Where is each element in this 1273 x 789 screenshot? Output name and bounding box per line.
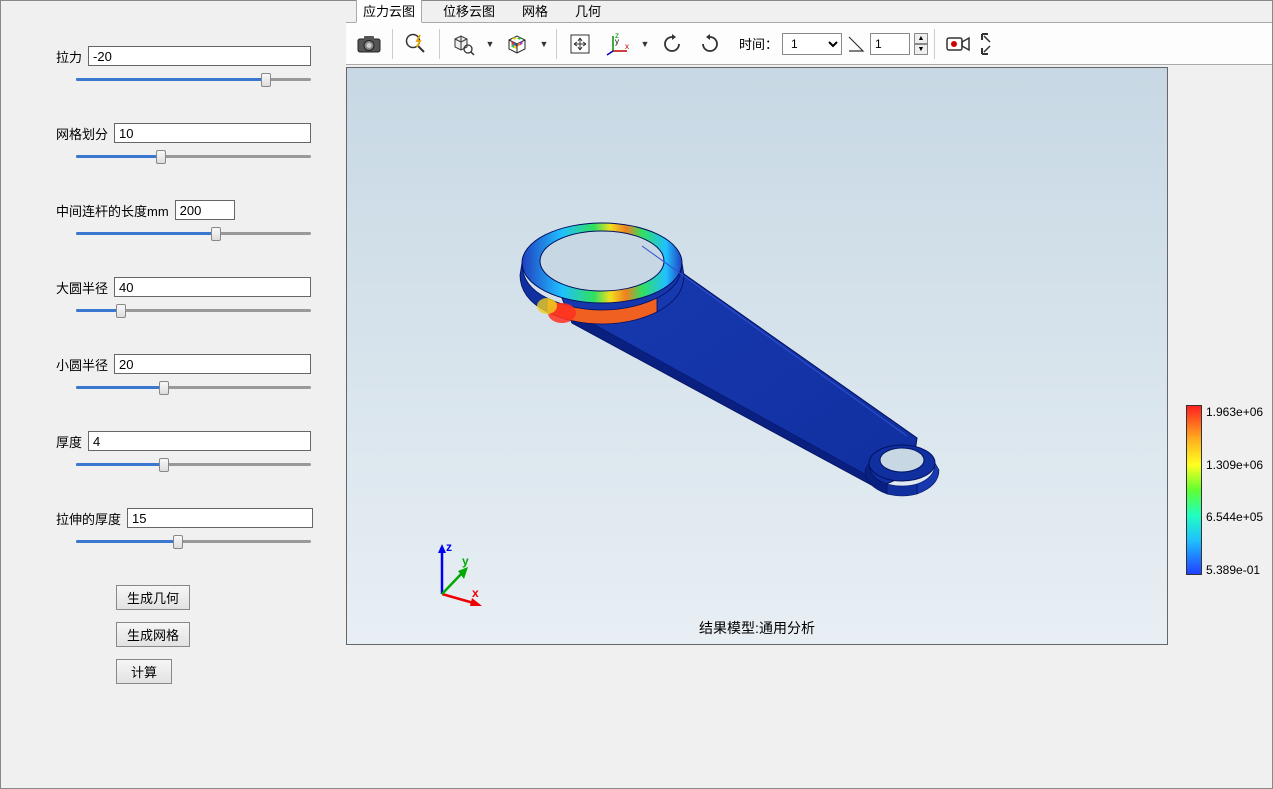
generate-geometry-button[interactable]: 生成几何 (116, 585, 190, 610)
parameter-panel: 拉力 网格划分 中间连杆的长度mm (1, 1, 346, 788)
param-small-radius: 小圆半径 (56, 354, 311, 396)
param-input-extrude-thickness[interactable] (127, 508, 313, 528)
param-slider-small-radius[interactable] (56, 380, 311, 396)
dropdown-arrow-icon[interactable]: ▼ (484, 39, 496, 49)
generate-mesh-button[interactable]: 生成网格 (116, 622, 190, 647)
tab-bar: 应力云图 位移云图 网格 几何 (346, 1, 1272, 23)
svg-text:x: x (472, 586, 479, 600)
param-input-mesh[interactable] (114, 123, 311, 143)
param-label: 大圆半径 (56, 278, 108, 297)
time-label: 时间： (739, 34, 778, 53)
fit-view-icon[interactable] (563, 27, 597, 61)
legend-ticks: 1.963e+06 1.309e+06 6.544e+05 5.389e-01 (1206, 405, 1263, 577)
param-slider-rod-length[interactable] (56, 226, 311, 242)
time-step-spinner[interactable]: ▲▼ (914, 33, 928, 55)
rotate-ccw-icon[interactable] (693, 27, 727, 61)
tab-mesh[interactable]: 网格 (516, 0, 554, 22)
dropdown-arrow-icon[interactable]: ▼ (639, 39, 651, 49)
legend-unit: （Pa） (1186, 380, 1273, 399)
color-legend: Mises （Pa） 1.963e+06 1.309e+06 6.544e+05… (1186, 365, 1273, 577)
viewport-container: z x y 结果模型:通用分析 Mises （Pa） 1.963e+06 (346, 65, 1272, 788)
legend-color-bar (1186, 405, 1202, 575)
dropdown-arrow-icon[interactable]: ▼ (538, 39, 550, 49)
legend-title: Mises (1186, 365, 1273, 380)
time-select[interactable]: 1 (782, 33, 842, 55)
cube-magnify-icon[interactable] (446, 27, 480, 61)
viewer-panel: 应力云图 位移云图 网格 几何 ▼ (346, 1, 1272, 788)
param-slider-mesh[interactable] (56, 149, 311, 165)
expand-icon[interactable] (979, 27, 999, 61)
param-mesh: 网格划分 (56, 123, 311, 165)
viewport-caption: 结果模型:通用分析 (699, 618, 815, 638)
param-input-rod-length[interactable] (175, 200, 235, 220)
param-input-big-radius[interactable] (114, 277, 311, 297)
param-label: 网格划分 (56, 124, 108, 143)
angle-icon (846, 34, 866, 54)
video-camera-icon[interactable] (941, 27, 975, 61)
time-step-input[interactable] (870, 33, 910, 55)
rotate-cw-icon[interactable] (655, 27, 689, 61)
axis-triad-icon: z x y (422, 539, 492, 609)
svg-text:y: y (462, 554, 469, 568)
tab-displacement[interactable]: 位移云图 (437, 0, 501, 22)
calculate-button[interactable]: 计算 (116, 659, 172, 684)
param-label: 厚度 (56, 432, 82, 451)
param-slider-big-radius[interactable] (56, 303, 311, 319)
param-input-thickness[interactable] (88, 431, 311, 451)
magnify-lightning-icon[interactable] (399, 27, 433, 61)
param-input-small-radius[interactable] (114, 354, 311, 374)
param-extrude-thickness: 拉伸的厚度 (56, 508, 311, 550)
param-slider-extrude-thickness[interactable] (56, 534, 311, 550)
action-buttons: 生成几何 生成网格 计算 (116, 585, 311, 684)
svg-text:x: x (625, 42, 629, 51)
rubiks-cube-icon[interactable] (500, 27, 534, 61)
param-label: 拉力 (56, 47, 82, 66)
toolbar: ▼ ▼ zxy (346, 23, 1272, 65)
viewport-3d[interactable]: z x y 结果模型:通用分析 (346, 67, 1168, 645)
axis-xyz-icon[interactable]: zxy (601, 27, 635, 61)
param-slider-thickness[interactable] (56, 457, 311, 473)
svg-text:y: y (615, 37, 619, 46)
param-slider-tension[interactable] (56, 72, 311, 88)
param-label: 小圆半径 (56, 355, 108, 374)
app-window: 拉力 网格划分 中间连杆的长度mm (0, 0, 1273, 789)
param-label: 拉伸的厚度 (56, 509, 121, 528)
tab-stress[interactable]: 应力云图 (356, 0, 422, 23)
param-label: 中间连杆的长度mm (56, 201, 169, 220)
param-rod-length: 中间连杆的长度mm (56, 200, 311, 242)
param-input-tension[interactable] (88, 46, 311, 66)
svg-text:z: z (446, 540, 452, 554)
param-tension: 拉力 (56, 46, 311, 88)
param-big-radius: 大圆半径 (56, 277, 311, 319)
param-thickness: 厚度 (56, 431, 311, 473)
tab-geometry[interactable]: 几何 (569, 0, 607, 22)
camera-icon[interactable] (352, 27, 386, 61)
